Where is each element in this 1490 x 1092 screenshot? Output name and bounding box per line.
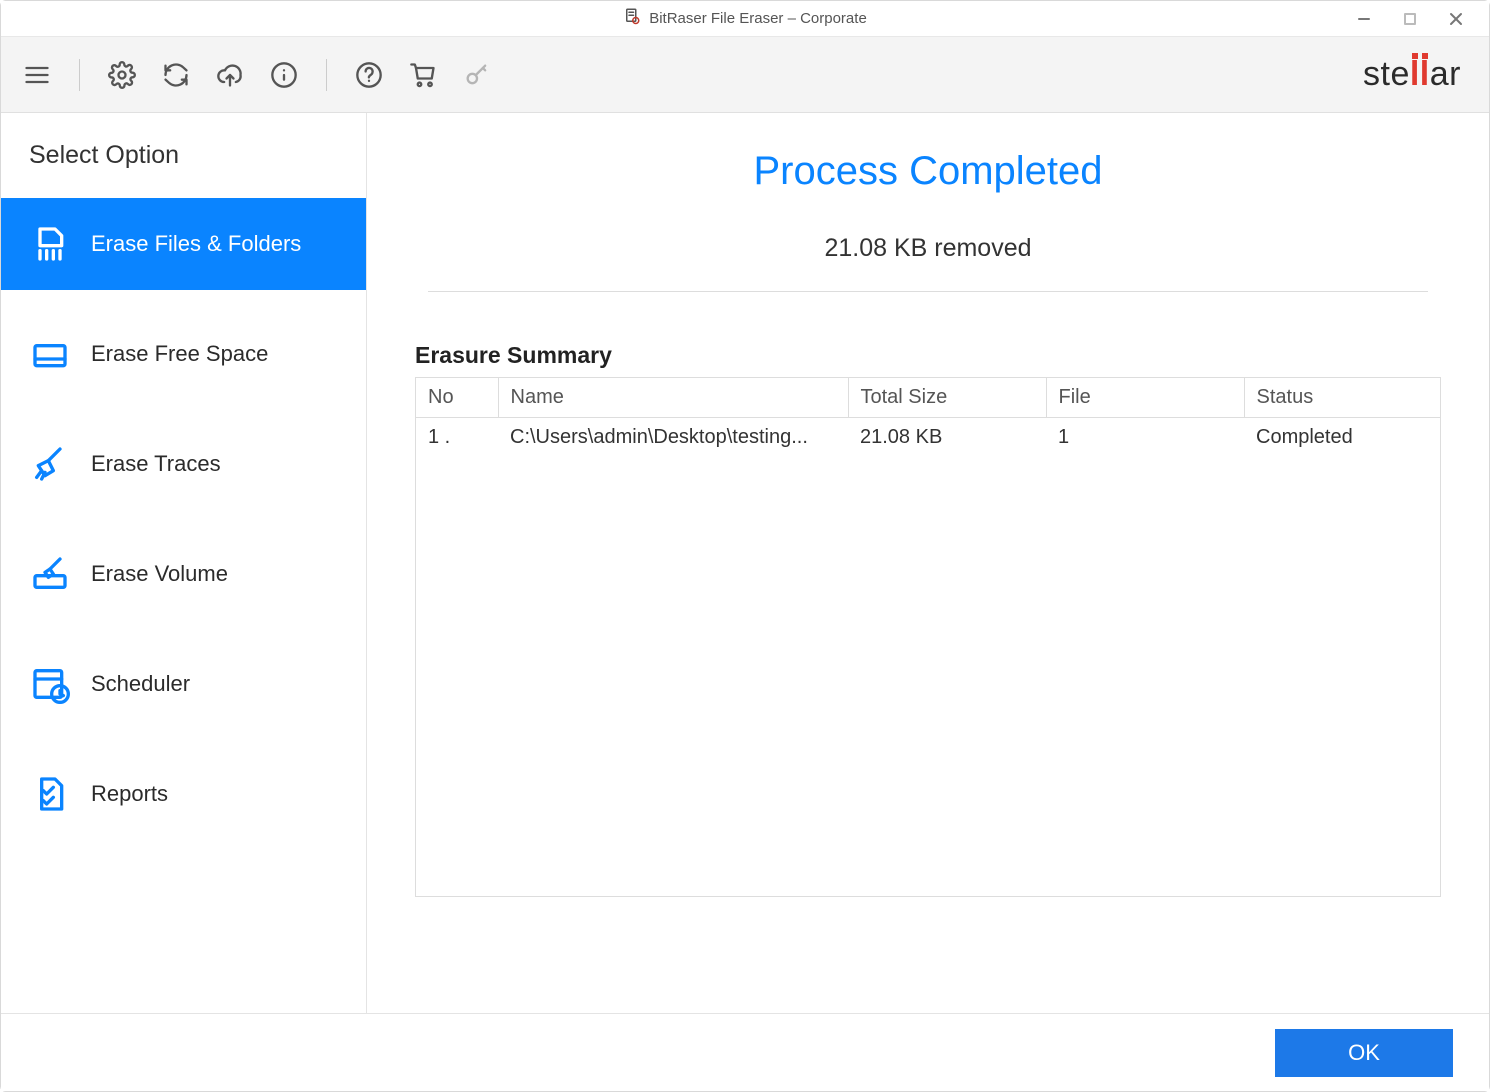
app-icon [623,7,641,30]
cell-file: 1 [1046,418,1244,458]
calendar-clock-icon [29,663,71,705]
drive-icon [29,333,71,375]
col-file: File [1046,378,1244,418]
process-subtitle: 21.08 KB removed [415,234,1441,263]
col-name: Name [498,378,848,418]
cloud-upload-icon[interactable] [212,57,248,93]
sidebar-item-label: Erase Traces [91,451,221,477]
cell-name: C:\Users\admin\Desktop\testing... [498,418,848,458]
toolbar-separator [326,59,327,91]
table-header-row: No Name Total Size File Status [416,378,1440,418]
window-title: BitRaser File Eraser – Corporate [649,10,867,27]
ok-button[interactable]: OK [1275,1029,1453,1077]
sidebar-item-erase-free-space[interactable]: Erase Free Space [1,308,366,400]
settings-gear-icon[interactable] [104,57,140,93]
brush-drive-icon [29,553,71,595]
sidebar-item-label: Scheduler [91,671,190,697]
sidebar-item-label: Reports [91,781,168,807]
broom-icon [29,443,71,485]
summary-label: Erasure Summary [415,342,1441,369]
sidebar-item-label: Erase Free Space [91,341,268,367]
toolbar-separator [79,59,80,91]
close-button[interactable] [1447,10,1465,28]
content: Process Completed 21.08 KB removed Erasu… [367,113,1489,1013]
sidebar-item-label: Erase Volume [91,561,228,587]
sidebar-item-reports[interactable]: Reports [1,748,366,840]
cart-icon[interactable] [405,57,441,93]
minimize-button[interactable] [1355,10,1373,28]
info-icon[interactable] [266,57,302,93]
sidebar-item-label: Erase Files & Folders [91,231,301,257]
summary-table: No Name Total Size File Status 1 . C:\Us… [415,377,1441,897]
toolbar: stellar [1,37,1489,113]
hamburger-menu-icon[interactable] [19,57,55,93]
report-icon [29,773,71,815]
sidebar-item-erase-volume[interactable]: Erase Volume [1,528,366,620]
cell-size: 21.08 KB [848,418,1046,458]
process-title: Process Completed [415,149,1441,194]
sidebar-header: Select Option [1,141,366,198]
col-status: Status [1244,378,1440,418]
sidebar: Select Option Erase Files & Folders Eras… [1,113,367,1013]
col-no: No [416,378,498,418]
cell-no: 1 . [416,418,498,458]
shredder-icon [29,223,71,265]
footer: OK [1,1013,1489,1091]
refresh-icon[interactable] [158,57,194,93]
sidebar-item-scheduler[interactable]: Scheduler [1,638,366,730]
sidebar-item-erase-files[interactable]: Erase Files & Folders [1,198,366,290]
table-row[interactable]: 1 . C:\Users\admin\Desktop\testing... 21… [416,418,1440,458]
titlebar: BitRaser File Eraser – Corporate [1,1,1489,37]
key-icon[interactable] [459,57,495,93]
cell-status: Completed [1244,418,1440,458]
col-size: Total Size [848,378,1046,418]
help-icon[interactable] [351,57,387,93]
divider [428,291,1428,292]
sidebar-item-erase-traces[interactable]: Erase Traces [1,418,366,510]
maximize-button[interactable] [1401,10,1419,28]
brand-logo: stellar [1363,55,1471,94]
